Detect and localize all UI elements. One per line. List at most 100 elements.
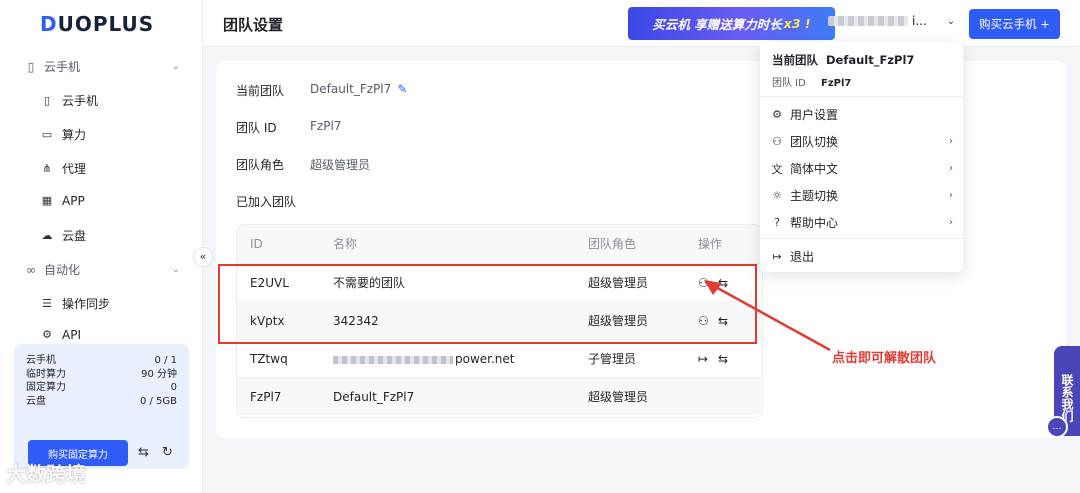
current-team-value: Default_FzPl7 ✎ (310, 82, 407, 96)
phone-group-icon: ▯ (27, 59, 35, 74)
row-role: 超级管理员 (588, 390, 649, 404)
annotation-arrow (704, 280, 831, 352)
quota-label: 云手机 (26, 355, 56, 366)
translate-icon: 文 (771, 162, 783, 176)
dropdown-current-team-label: 当前团队 (772, 53, 818, 67)
team-role-value: 超级管理员 (310, 158, 371, 172)
nav-group-label: 云手机 (44, 60, 81, 74)
sync-icon: ☰ (42, 296, 52, 310)
dropdown-team-id-value: FzPl7 (821, 78, 852, 89)
menu-item-language[interactable]: 文 简体中文 › (770, 160, 954, 177)
annotation-text: 点击即可解散团队 (832, 351, 937, 366)
nav-group-label: 自动化 (44, 263, 81, 277)
logout-icon: ↦ (772, 250, 782, 263)
menu-item-label: 用户设置 (790, 108, 839, 122)
quota-row: 云盘 0 / 5GB (26, 395, 177, 409)
collapse-sidebar-button[interactable]: « (193, 247, 213, 267)
sidebar-item-proxy[interactable]: ⋔ 代理 (40, 160, 86, 177)
dropdown-current-team-value: Default_FzPl7 (826, 53, 915, 67)
chevron-right-icon: › (949, 136, 953, 147)
sidebar-item-sync[interactable]: ☰ 操作同步 (40, 295, 110, 312)
row-name: power.net (455, 352, 515, 366)
sidebar-item-label: APP (62, 194, 85, 208)
chat-icon[interactable]: … (1046, 416, 1068, 438)
quota-row: 临时算力 90 分钟 (26, 368, 177, 382)
quota-label: 临时算力 (26, 368, 66, 380)
sidebar-item-label: API (62, 328, 81, 342)
page-title: 团队设置 (223, 16, 284, 34)
col-role: 团队角色 (588, 237, 637, 251)
user-name-suffix: i... (912, 14, 927, 28)
col-action: 操作 (698, 237, 723, 251)
sidebar-item-label: 云盘 (62, 229, 87, 243)
quota-panel: 云手机 0 / 1 临时算力 90 分钟 固定算力 0 云盘 0 / 5GB 购买固定算… (14, 344, 189, 469)
nav-group-cloud-phone[interactable]: ▯ 云手机 ⌄ (24, 58, 180, 75)
proxy-icon: ⋔ (42, 161, 52, 175)
sidebar-item-cloud-disk[interactable]: ☁ 云盘 (40, 227, 87, 244)
divider (760, 96, 963, 97)
dropdown-current-team: 当前团队 Default_FzPl7 (772, 52, 914, 68)
current-team-name: Default_FzPl7 (310, 82, 392, 96)
menu-item-theme[interactable]: ☼ 主题切换 › (770, 187, 953, 204)
redacted-text (333, 355, 453, 364)
nav-group-automation[interactable]: ∞ 自动化 ⌄ (24, 261, 180, 278)
automation-icon: ∞ (26, 262, 36, 277)
chevron-down-icon: ⌄ (171, 264, 180, 275)
user-menu-trigger[interactable]: i... ⌄ (828, 14, 955, 28)
quota-value: 0 (170, 382, 177, 393)
row-name-wrap: power.net (333, 340, 515, 378)
quota-value: 90 分钟 (141, 368, 177, 380)
dropdown-team-id: 团队 ID FzPl7 (772, 74, 914, 89)
cloud-icon: ☁ (41, 228, 53, 242)
team-icon: ⚇ (772, 135, 782, 148)
table-row: FzPl7 Default_FzPl7 超级管理员 (237, 377, 762, 415)
refresh-icon[interactable]: ↻ (162, 445, 173, 460)
monitor-icon: ▭ (41, 127, 53, 141)
chevron-down-icon: ⌄ (171, 61, 180, 72)
watermark: 大数跨境 (6, 462, 86, 486)
sidebar-item-app[interactable]: ▦ APP (40, 194, 85, 208)
row-id: FzPl7 (250, 390, 282, 404)
quota-row: 固定算力 0 (26, 381, 177, 395)
menu-item-label: 简体中文 (790, 162, 839, 176)
swap-icon[interactable]: ⇆ (138, 445, 149, 460)
menu-item-label: 主题切换 (790, 189, 839, 203)
sidebar-item-label: 云手机 (62, 94, 99, 108)
chevron-right-icon: › (949, 190, 953, 201)
buy-cloud-phone-button[interactable]: 购买云手机 + (969, 9, 1060, 39)
logo: DUOPLUS (40, 12, 155, 36)
joined-teams-label: 已加入团队 (236, 195, 297, 209)
sidebar-item-label: 算力 (62, 128, 87, 142)
quota-row: 云手机 0 / 1 (26, 354, 177, 368)
current-team-label: 当前团队 (236, 84, 285, 98)
menu-item-team-switch[interactable]: ⚇ 团队切换 › (770, 133, 953, 150)
chevron-right-icon: › (949, 163, 953, 174)
promo-banner[interactable]: 买云机 享赠送算力时长 x3 ! (628, 7, 835, 40)
row-id: TZtwq (250, 352, 288, 366)
gear-icon: ⚙ (772, 108, 782, 121)
row-role: 子管理员 (588, 352, 637, 366)
team-id-label: 团队 ID (236, 121, 277, 135)
table-header: ID 名称 团队角色 操作 (237, 225, 762, 263)
col-name: 名称 (333, 237, 358, 251)
sidebar-item-api[interactable]: ⚙ API (40, 328, 81, 342)
api-icon: ⚙ (42, 328, 52, 341)
quota-value: 0 / 1 (154, 355, 177, 366)
menu-item-help[interactable]: ? 帮助中心 › (770, 214, 953, 231)
dropdown-team-id-label: 团队 ID (772, 78, 806, 89)
row-name: Default_FzPl7 (333, 390, 415, 404)
sidebar-item-compute[interactable]: ▭ 算力 (40, 126, 86, 143)
edit-icon[interactable]: ✎ (397, 82, 407, 96)
dropdown-team-info: 当前团队 Default_FzPl7 团队 ID FzPl7 (772, 52, 914, 89)
promo-text: 买云机 享赠送算力时长 (652, 17, 782, 32)
sun-icon: ☼ (772, 189, 782, 202)
menu-item-logout[interactable]: ↦ 退出 (770, 248, 953, 265)
sidebar: DUOPLUS ▯ 云手机 ⌄ ▯ 云手机 ▭ 算力 ⋔ 代理 ▦ APP ☁ … (0, 0, 203, 493)
divider (760, 238, 963, 239)
quota-label: 云盘 (26, 395, 46, 407)
team-id-value: FzPl7 (310, 119, 342, 133)
menu-item-user-settings[interactable]: ⚙ 用户设置 (770, 106, 953, 123)
chevron-down-icon: ⌄ (946, 15, 956, 27)
sidebar-item-cloud-phone[interactable]: ▯ 云手机 (40, 92, 98, 109)
sidebar-item-label: 操作同步 (62, 297, 111, 311)
